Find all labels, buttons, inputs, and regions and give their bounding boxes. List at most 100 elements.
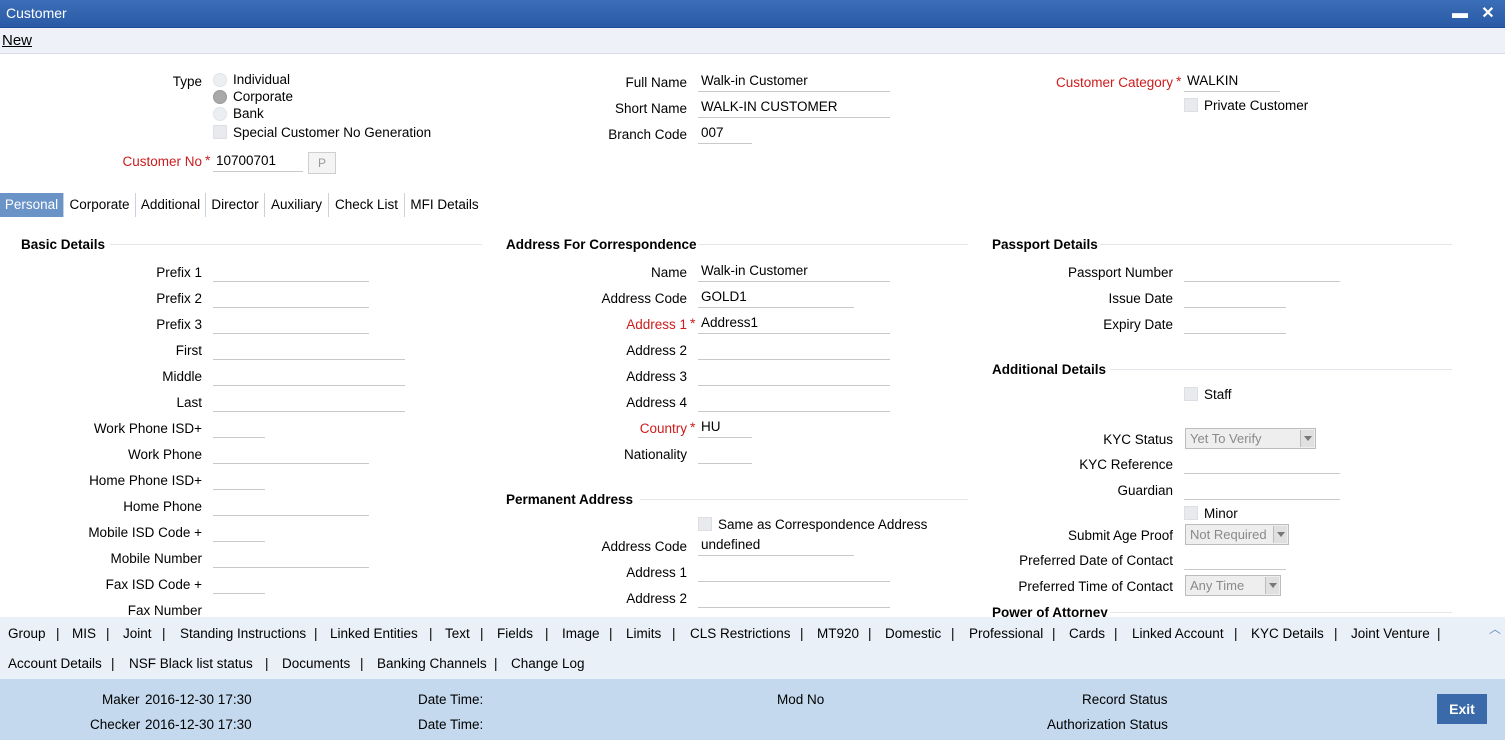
- country-label: Country: [639, 421, 687, 436]
- tab-mfi-details[interactable]: MFI Details: [405, 193, 484, 217]
- link-group[interactable]: Group: [8, 626, 46, 641]
- link-standing-instructions[interactable]: Standing Instructions: [180, 626, 306, 641]
- short-name-field[interactable]: [698, 96, 890, 118]
- guardian-field[interactable]: [1184, 478, 1340, 500]
- section-divider: [1110, 612, 1452, 613]
- minor-checkbox[interactable]: [1184, 506, 1198, 520]
- tab-auxiliary[interactable]: Auxiliary: [265, 193, 329, 217]
- kyc-status-value: Yet To Verify: [1190, 431, 1262, 446]
- link-linked-entities[interactable]: Linked Entities: [330, 626, 418, 641]
- staff-checkbox[interactable]: [1184, 387, 1198, 401]
- link-text[interactable]: Text: [445, 626, 470, 641]
- prefix1-field[interactable]: [213, 260, 369, 282]
- home-phone-field[interactable]: [213, 494, 369, 516]
- passport-number-field[interactable]: [1184, 260, 1340, 282]
- maker-value: 2016-12-30 17:30: [145, 692, 252, 707]
- work-phone-isd-label: Work Phone ISD+: [93, 421, 202, 436]
- preferred-date-field[interactable]: [1184, 548, 1286, 570]
- fax-isd-field[interactable]: [213, 572, 265, 594]
- last-name-field[interactable]: [213, 390, 405, 412]
- tab-check-list[interactable]: Check List: [329, 193, 405, 217]
- checker-date-time-label: Date Time:: [418, 717, 484, 732]
- link-professional[interactable]: Professional: [969, 626, 1043, 641]
- link-joint-venture[interactable]: Joint Venture: [1351, 626, 1430, 641]
- work-phone-field[interactable]: [213, 442, 369, 464]
- tab-director[interactable]: Director: [206, 193, 265, 217]
- prefix3-field[interactable]: [213, 312, 369, 334]
- corr-address-code-label: Address Code: [601, 291, 687, 306]
- link-mis[interactable]: MIS: [72, 626, 96, 641]
- type-individual-radio[interactable]: [213, 73, 227, 87]
- same-as-correspondence-checkbox[interactable]: [698, 517, 712, 531]
- same-as-correspondence-label: Same as Correspondence Address: [718, 517, 928, 532]
- middle-name-field[interactable]: [213, 364, 405, 386]
- link-domestic[interactable]: Domestic: [885, 626, 941, 641]
- first-name-field[interactable]: [213, 338, 405, 360]
- special-customer-no-checkbox[interactable]: [213, 125, 227, 139]
- work-phone-isd-field[interactable]: [213, 416, 265, 438]
- tab-corporate[interactable]: Corporate: [64, 193, 136, 217]
- preferred-time-select[interactable]: Any Time: [1185, 575, 1281, 596]
- corr-name-field[interactable]: [698, 260, 890, 282]
- customer-category-field[interactable]: [1184, 70, 1280, 92]
- perm-address1-field[interactable]: [698, 560, 890, 582]
- perm-address-code-label: Address Code: [601, 539, 687, 554]
- chevron-down-icon: [1265, 577, 1279, 594]
- mobile-isd-field[interactable]: [213, 520, 265, 542]
- full-name-field[interactable]: [698, 70, 890, 92]
- issue-date-field[interactable]: [1184, 286, 1286, 308]
- issue-date-label: Issue Date: [1108, 291, 1173, 306]
- link-joint[interactable]: Joint: [123, 626, 152, 641]
- p-button[interactable]: P: [308, 152, 336, 174]
- link-linked-account[interactable]: Linked Account: [1132, 626, 1224, 641]
- link-separator: |: [111, 656, 115, 671]
- corr-address-code-field[interactable]: [698, 286, 854, 308]
- exit-button[interactable]: Exit: [1437, 694, 1487, 724]
- corr-address2-field[interactable]: [698, 338, 890, 360]
- scroll-up-icon[interactable]: ︿: [1489, 620, 1501, 637]
- expiry-date-field[interactable]: [1184, 312, 1286, 334]
- link-account-details[interactable]: Account Details: [8, 656, 102, 671]
- tab-personal[interactable]: Personal: [0, 193, 64, 217]
- mobile-number-field[interactable]: [213, 546, 369, 568]
- corr-address1-field[interactable]: [698, 312, 890, 334]
- nationality-field[interactable]: [698, 442, 752, 464]
- authorization-status-label: Authorization Status: [1047, 717, 1168, 732]
- required-mark: *: [1176, 73, 1182, 89]
- customer-no-field[interactable]: [213, 150, 303, 172]
- type-bank-radio[interactable]: [213, 107, 227, 121]
- link-banking-channels[interactable]: Banking Channels: [377, 656, 487, 671]
- corr-address3-field[interactable]: [698, 364, 890, 386]
- tab-additional[interactable]: Additional: [136, 193, 206, 217]
- corr-address4-field[interactable]: [698, 390, 890, 412]
- link-mt920[interactable]: MT920: [817, 626, 859, 641]
- minimize-icon[interactable]: ▬: [1450, 4, 1470, 24]
- link-change-log[interactable]: Change Log: [511, 656, 585, 671]
- link-cls-restrictions[interactable]: CLS Restrictions: [690, 626, 791, 641]
- perm-address2-field[interactable]: [698, 586, 890, 608]
- submit-age-proof-select[interactable]: Not Required: [1185, 524, 1289, 545]
- special-customer-no-label: Special Customer No Generation: [233, 125, 432, 140]
- passport-number-label: Passport Number: [1067, 265, 1173, 280]
- kyc-reference-field[interactable]: [1184, 452, 1340, 474]
- link-documents[interactable]: Documents: [282, 656, 350, 671]
- link-fields[interactable]: Fields: [497, 626, 533, 641]
- private-customer-checkbox[interactable]: [1184, 98, 1198, 112]
- close-icon[interactable]: ✕: [1478, 4, 1498, 24]
- kyc-status-select[interactable]: Yet To Verify: [1185, 428, 1316, 449]
- perm-address-code-field[interactable]: [698, 534, 854, 556]
- link-separator: |: [56, 626, 60, 641]
- link-kyc-details[interactable]: KYC Details: [1251, 626, 1324, 641]
- country-field[interactable]: [698, 416, 752, 438]
- link-nsf-black-list-status[interactable]: NSF Black list status: [129, 656, 253, 671]
- link-limits[interactable]: Limits: [626, 626, 661, 641]
- new-link[interactable]: New: [2, 32, 32, 49]
- type-corporate-radio[interactable]: [213, 90, 227, 104]
- link-cards[interactable]: Cards: [1069, 626, 1105, 641]
- prefix2-field[interactable]: [213, 286, 369, 308]
- link-image[interactable]: Image: [562, 626, 600, 641]
- home-phone-isd-field[interactable]: [213, 468, 265, 490]
- branch-code-field[interactable]: [698, 122, 752, 144]
- link-separator: |: [800, 626, 804, 641]
- fax-number-label: Fax Number: [127, 603, 202, 618]
